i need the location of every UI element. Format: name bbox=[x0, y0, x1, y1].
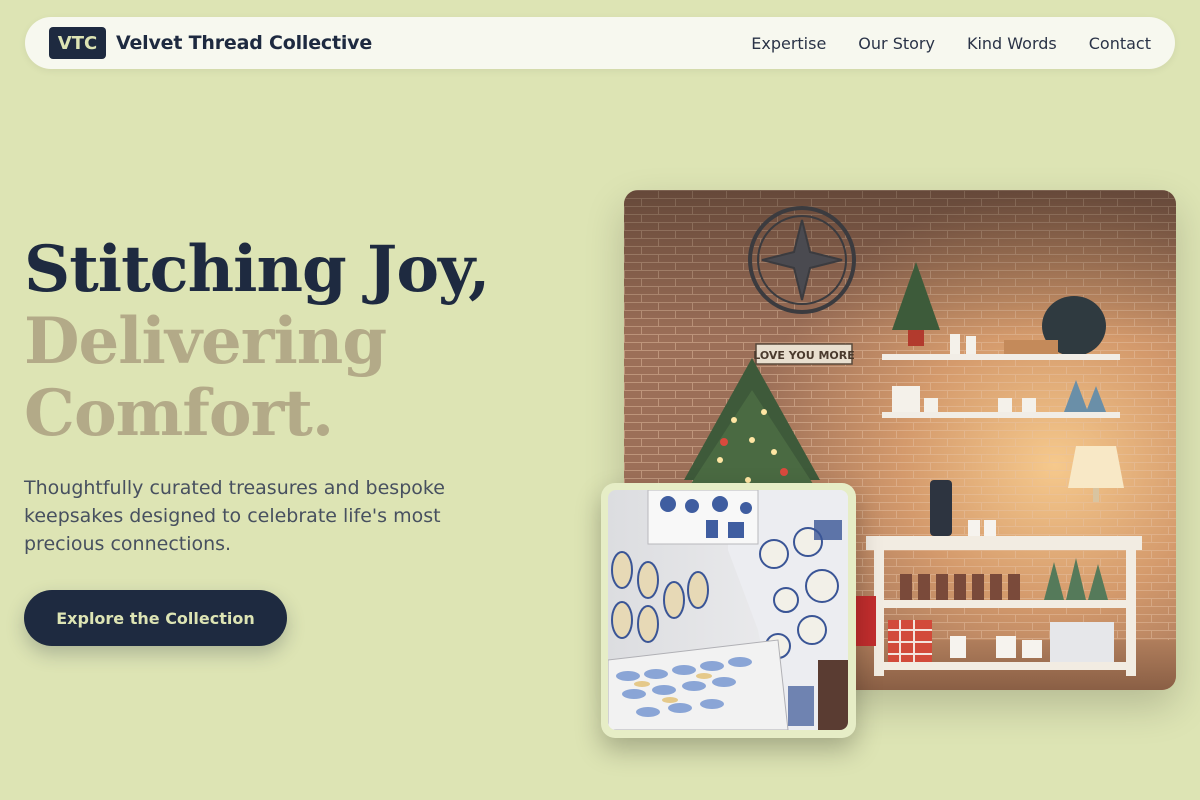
wall-sign-text: LOVE YOU MORE bbox=[753, 349, 855, 362]
nav-link-our-story[interactable]: Our Story bbox=[858, 34, 935, 53]
nav-link-contact[interactable]: Contact bbox=[1089, 34, 1151, 53]
hero-subtitle: Thoughtfully curated treasures and bespo… bbox=[24, 477, 445, 555]
hero-title-line-1: Stitching Joy, bbox=[24, 232, 490, 307]
brand-badge: VTC bbox=[49, 27, 106, 59]
brand-name: Velvet Thread Collective bbox=[116, 32, 373, 54]
brand-logo[interactable]: VTC Velvet Thread Collective bbox=[49, 27, 372, 59]
hero-title-line-3: Comfort. bbox=[24, 376, 334, 451]
explore-collection-button[interactable]: Explore the Collection bbox=[24, 590, 287, 646]
nav-links: Expertise Our Story Kind Words Contact bbox=[751, 34, 1151, 53]
nav-link-expertise[interactable]: Expertise bbox=[751, 34, 826, 53]
hero-title-line-2: Delivering bbox=[24, 304, 387, 379]
hero-title: Stitching Joy, Delivering Comfort. bbox=[24, 232, 490, 451]
nav-link-kind-words[interactable]: Kind Words bbox=[967, 34, 1057, 53]
navbar: VTC Velvet Thread Collective Expertise O… bbox=[25, 17, 1175, 69]
pottery-shop-photo bbox=[601, 483, 856, 738]
